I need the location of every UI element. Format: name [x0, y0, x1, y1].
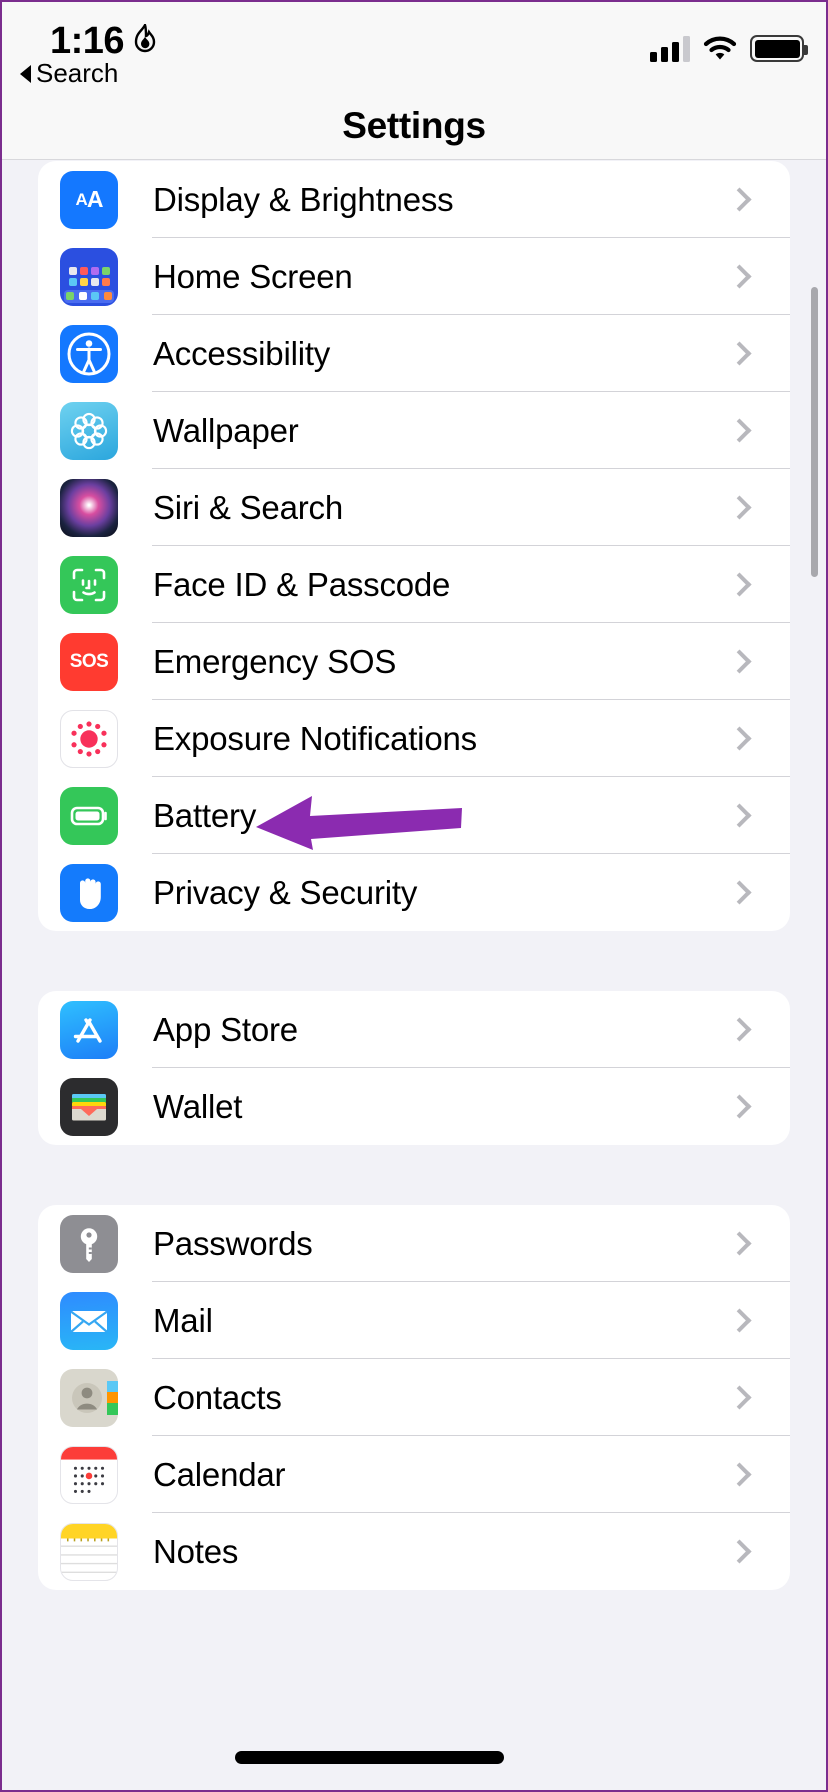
chevron-right-icon [727, 572, 751, 596]
chevron-right-icon [727, 1231, 751, 1255]
settings-row-label: Privacy & Security [153, 874, 731, 912]
page-title: Settings [342, 105, 486, 147]
vertical-scrollbar[interactable] [811, 287, 818, 577]
settings-row-display-brightness[interactable]: AA Display & Brightness [38, 161, 790, 238]
settings-row-exposure-notifications[interactable]: Exposure Notifications [38, 700, 790, 777]
settings-row-label: Passwords [153, 1225, 731, 1263]
chevron-right-icon [727, 1308, 751, 1332]
chevron-right-icon [727, 418, 751, 442]
cellular-signal-icon [650, 36, 690, 62]
chevron-right-icon [727, 803, 751, 827]
status-bar: 1:16 Search [2, 2, 826, 92]
settings-row-mail[interactable]: Mail [38, 1282, 790, 1359]
chevron-right-icon [727, 187, 751, 211]
settings-row-privacy-security[interactable]: Privacy & Security [38, 854, 790, 931]
settings-row-wallet[interactable]: Wallet [38, 1068, 790, 1145]
settings-row-label: Battery [153, 797, 731, 835]
settings-row-label: Face ID & Passcode [153, 566, 731, 604]
mail-icon [60, 1292, 118, 1350]
settings-row-label: Contacts [153, 1379, 731, 1417]
group-spacer [2, 1145, 826, 1205]
chevron-right-icon [727, 726, 751, 750]
emergency-sos-icon: SOS [60, 633, 118, 691]
settings-group-system: AA Display & Brightness Home Screen [38, 161, 790, 931]
chevron-right-icon [727, 1094, 751, 1118]
settings-row-label: Siri & Search [153, 489, 731, 527]
privacy-security-icon [60, 864, 118, 922]
settings-row-app-store[interactable]: App Store [38, 991, 790, 1068]
phone-screen: 1:16 Search Settings [0, 0, 828, 1792]
chevron-right-icon [727, 1385, 751, 1409]
back-to-search-link[interactable]: Search [20, 58, 118, 89]
settings-row-face-id[interactable]: Face ID & Passcode [38, 546, 790, 623]
settings-row-label: Exposure Notifications [153, 720, 731, 758]
chevron-right-icon [727, 495, 751, 519]
settings-row-label: Mail [153, 1302, 731, 1340]
settings-row-accessibility[interactable]: Accessibility [38, 315, 790, 392]
back-triangle-icon [20, 65, 31, 83]
notes-icon [60, 1523, 118, 1581]
settings-row-calendar[interactable]: Calendar [38, 1436, 790, 1513]
settings-scroll-area[interactable]: AA Display & Brightness Home Screen [2, 161, 826, 1790]
accessibility-icon [60, 325, 118, 383]
settings-row-label: Home Screen [153, 258, 731, 296]
settings-row-label: App Store [153, 1011, 731, 1049]
chevron-right-icon [727, 264, 751, 288]
chevron-right-icon [727, 341, 751, 365]
settings-row-label: Wallpaper [153, 412, 731, 450]
settings-row-label: Wallet [153, 1088, 731, 1126]
settings-row-label: Notes [153, 1533, 731, 1571]
navigation-bar: Settings [2, 92, 826, 160]
flame-icon [130, 24, 160, 56]
settings-row-label: Emergency SOS [153, 643, 731, 681]
settings-row-siri-search[interactable]: Siri & Search [38, 469, 790, 546]
exposure-notifications-icon [60, 710, 118, 768]
settings-row-notes[interactable]: Notes [38, 1513, 790, 1590]
chevron-right-icon [727, 649, 751, 673]
wallet-icon [60, 1078, 118, 1136]
wallpaper-icon [60, 402, 118, 460]
face-id-icon [60, 556, 118, 614]
settings-row-wallpaper[interactable]: Wallpaper [38, 392, 790, 469]
group-spacer [2, 931, 826, 991]
back-link-label: Search [36, 58, 118, 89]
chevron-right-icon [727, 1462, 751, 1486]
settings-group-stores: App Store Wallet [38, 991, 790, 1145]
calendar-icon [60, 1446, 118, 1504]
settings-group-apps: Passwords Mail [38, 1205, 790, 1590]
siri-search-icon [60, 479, 118, 537]
wifi-icon [703, 36, 737, 62]
settings-row-label: Display & Brightness [153, 181, 731, 219]
status-bar-clock: 1:16 [50, 20, 124, 63]
chevron-right-icon [727, 1539, 751, 1563]
settings-row-contacts[interactable]: Contacts [38, 1359, 790, 1436]
battery-icon [750, 35, 804, 62]
home-indicator [235, 1751, 504, 1764]
home-screen-icon [60, 248, 118, 306]
passwords-icon [60, 1215, 118, 1273]
settings-row-emergency-sos[interactable]: SOS Emergency SOS [38, 623, 790, 700]
settings-row-passwords[interactable]: Passwords [38, 1205, 790, 1282]
settings-row-battery[interactable]: Battery [38, 777, 790, 854]
settings-row-label: Accessibility [153, 335, 731, 373]
battery-settings-icon [60, 787, 118, 845]
status-bar-indicators [650, 26, 804, 62]
display-brightness-icon: AA [60, 171, 118, 229]
settings-row-home-screen[interactable]: Home Screen [38, 238, 790, 315]
chevron-right-icon [727, 880, 751, 904]
contacts-icon [60, 1369, 118, 1427]
settings-row-label: Calendar [153, 1456, 731, 1494]
chevron-right-icon [727, 1017, 751, 1041]
app-store-icon [60, 1001, 118, 1059]
